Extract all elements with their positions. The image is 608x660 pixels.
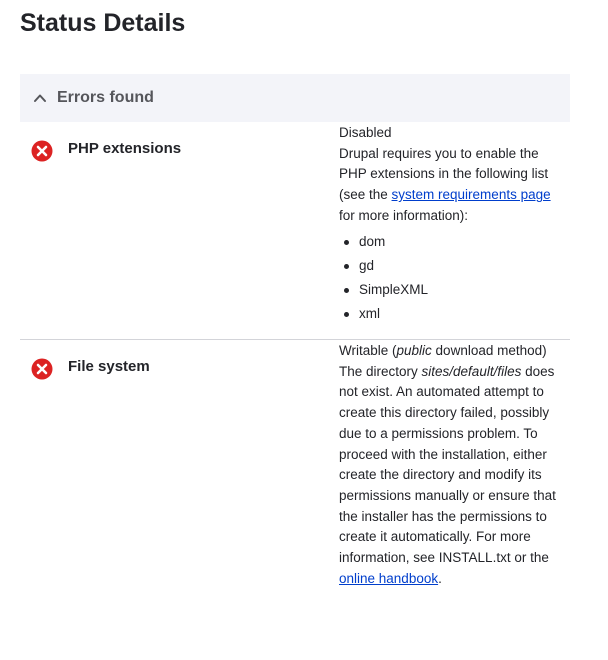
requirement-value: Writable (public download method) [339,341,564,362]
error-icon [31,140,53,162]
requirement-value: Disabled [339,125,392,140]
system-requirements-link[interactable]: system requirements page [392,187,551,202]
requirement-description: The directory sites/default/files does n… [339,362,564,590]
list-item: dom [339,230,564,254]
value-emphasis: public [396,343,432,358]
requirement-details: Disabled Drupal requires you to enable t… [339,123,564,326]
list-item: xml [339,302,564,326]
errors-summary-label: Errors found [57,89,154,106]
requirement-details: Writable (public download method) The di… [339,341,564,589]
description-text: for more information): [339,207,469,223]
value-text: Writable ( [339,343,397,358]
page-title: Status Details [20,9,186,37]
chevron-up-icon [33,91,47,105]
description-text: . [438,570,442,586]
errors-summary-toggle[interactable]: Errors found [20,74,570,122]
requirement-row-file-system: File system Writable (public download me… [20,340,570,660]
list-item: SimpleXML [339,278,564,302]
list-item: gd [339,254,564,278]
requirement-row-php-extensions: PHP extensions Disabled Drupal requires … [20,122,570,340]
requirement-description: Drupal requires you to enable the PHP ex… [339,144,564,227]
description-text: does not exist. An automated attempt to … [339,363,556,566]
online-handbook-link[interactable]: online handbook [339,571,438,586]
description-text: The directory [339,363,422,379]
directory-path: sites/default/files [421,363,522,379]
requirement-title: PHP extensions [68,140,182,157]
error-icon [31,358,53,380]
errors-details: Errors found PHP extensions Disabled Dru… [20,74,570,660]
extension-list: dom gd SimpleXML xml [339,230,564,326]
value-text: download method) [431,343,547,358]
requirement-title: File system [68,358,150,375]
